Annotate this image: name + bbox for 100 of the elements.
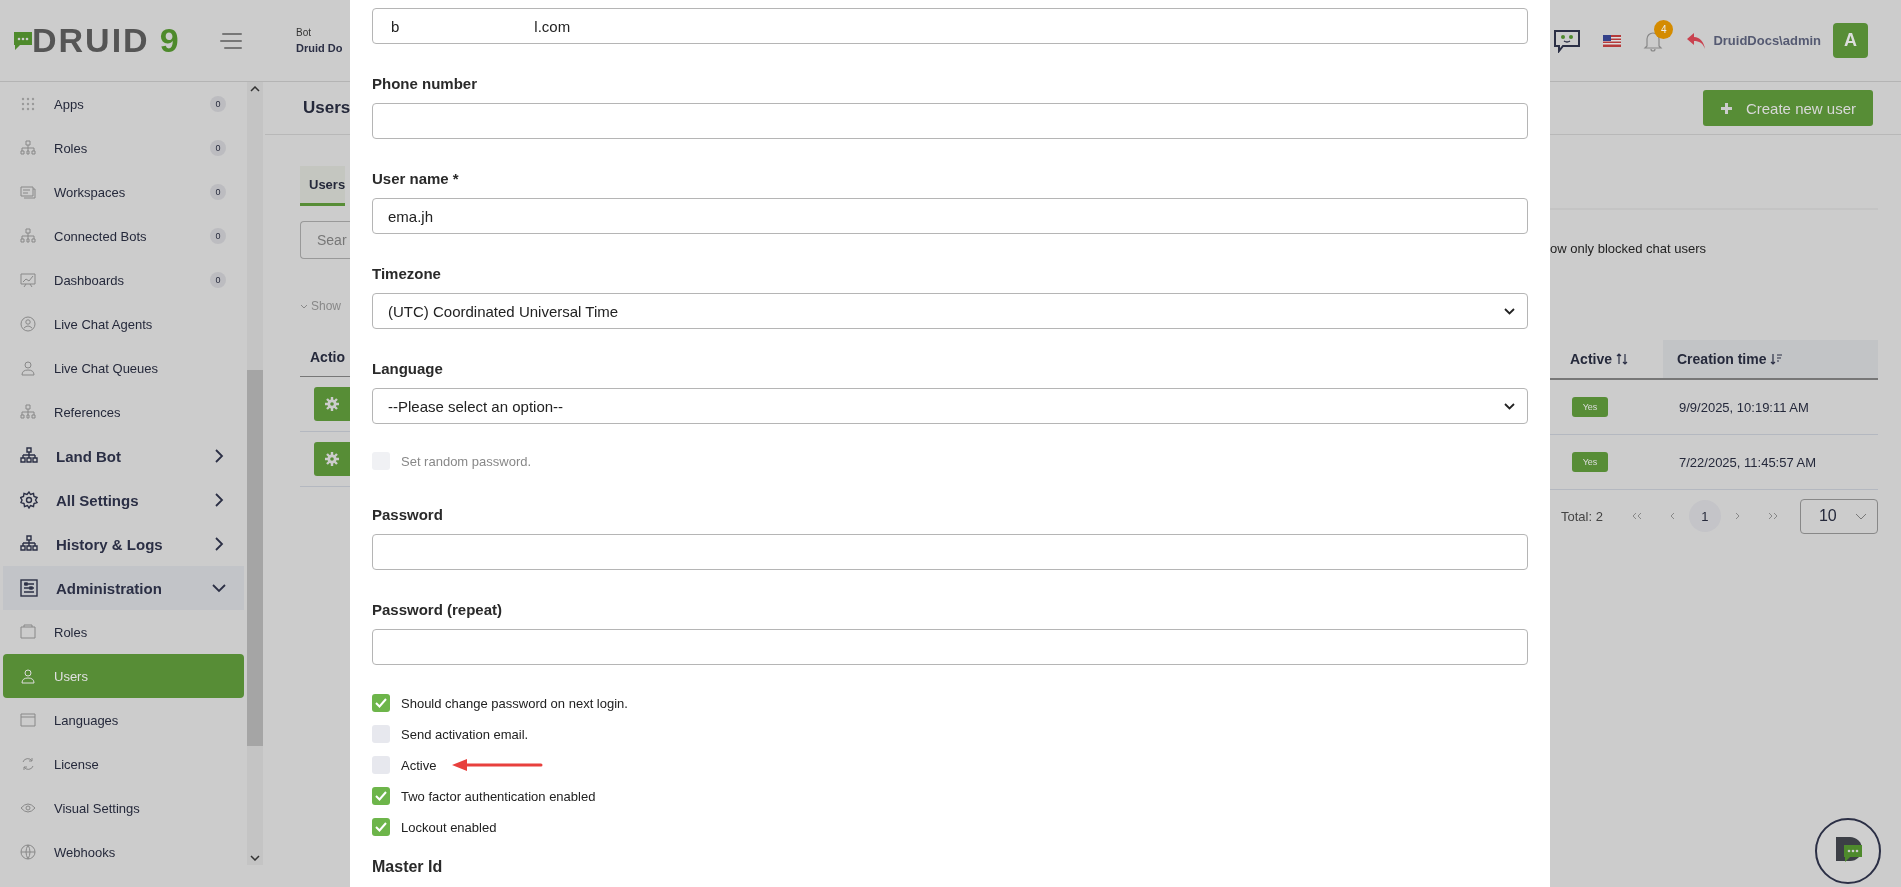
checkbox[interactable]: [372, 818, 390, 836]
checkbox[interactable]: [372, 787, 390, 805]
sort-icon: [1616, 353, 1629, 365]
filter-label: ow only blocked chat users: [1550, 241, 1708, 256]
gear-icon: [20, 491, 38, 509]
checkbox-label: Send activation email.: [401, 726, 529, 742]
email-fragment: b: [391, 17, 400, 35]
field-label: Password: [372, 505, 444, 525]
person-icon: [20, 668, 36, 684]
tab[interactable]: Users: [300, 166, 346, 206]
bot-label: Bot: [296, 27, 312, 38]
scroll-up-icon: [250, 86, 260, 92]
tree-icon: [20, 404, 36, 420]
sidebar-item[interactable]: Live Chat Queues: [3, 346, 244, 390]
previous-page-icon[interactable]: [1669, 512, 1675, 520]
grid-icon: [20, 96, 36, 112]
chatbot-icon[interactable]: [1553, 28, 1582, 53]
sidebar-item[interactable]: License: [3, 742, 244, 786]
page-title: Users: [303, 98, 351, 118]
sort-descending-icon: [1770, 353, 1783, 365]
sidebar-item[interactable]: Roles 0: [3, 126, 244, 170]
table-cell: 7/22/2025, 11:45:57 AM: [1679, 454, 1817, 470]
select-field[interactable]: (UTC) Coordinated Universal Time: [372, 293, 1528, 329]
user-name[interactable]: DruidDocs\admin: [1713, 33, 1821, 48]
count-badge: 0: [210, 140, 226, 156]
plus-icon: [1719, 101, 1733, 115]
checkbox[interactable]: [372, 694, 390, 712]
scrollbar[interactable]: [247, 82, 263, 865]
tree-icon: [20, 447, 38, 465]
chevron-down-icon: [212, 581, 226, 595]
count-badge: 0: [210, 228, 226, 244]
settings-button[interactable]: [314, 442, 350, 476]
chevron-right-icon: [212, 493, 226, 507]
select-field[interactable]: --Please select an option--: [372, 388, 1528, 424]
card-icon: [20, 184, 36, 200]
sliders-icon: [20, 579, 38, 597]
sidebar-item[interactable]: Dashboards 0: [3, 258, 244, 302]
input-field[interactable]: ema.jh: [372, 198, 1528, 234]
checkbox[interactable]: [372, 756, 390, 774]
sidebar-item[interactable]: References: [3, 390, 244, 434]
sidebar-item[interactable]: Visual Settings: [3, 786, 244, 830]
next-page-icon[interactable]: [1734, 512, 1740, 520]
column-header[interactable]: Active: [1550, 340, 1663, 378]
caret-icon: [1854, 512, 1867, 520]
chat-bubble-icon: [12, 29, 34, 52]
gear-icon: [325, 452, 339, 466]
sidebar-item[interactable]: Webhooks: [3, 830, 244, 874]
last-page-icon[interactable]: [1767, 512, 1778, 520]
checkbox-label: Should change password on next login.: [401, 695, 628, 711]
flag-icon[interactable]: [1603, 34, 1622, 47]
menu-icon[interactable]: [219, 31, 243, 50]
sidebar-section[interactable]: Administration: [3, 566, 244, 610]
first-page-icon[interactable]: [1631, 512, 1642, 520]
sidebar-item[interactable]: Live Chat Agents: [3, 302, 244, 346]
field-label: Timezone: [372, 264, 442, 284]
scroll-down-icon: [250, 855, 260, 861]
logo-text: DRUID: [32, 21, 150, 60]
bot-name: Druid Do: [296, 42, 343, 54]
caret-icon: [300, 303, 308, 309]
checkbox-label: Active: [401, 757, 437, 773]
field-label: User name *: [372, 169, 460, 189]
window-icon: [20, 712, 36, 728]
chevron-right-icon: [212, 449, 226, 463]
count-badge: 0: [210, 96, 226, 112]
chevron-right-icon: [212, 537, 226, 551]
status-badge: Yes: [1572, 397, 1608, 417]
sidebar-item[interactable]: Apps 0: [3, 82, 244, 126]
sidebar-section[interactable]: All Settings: [3, 478, 244, 522]
status-badge: Yes: [1572, 452, 1608, 472]
globe-icon: [20, 844, 36, 860]
tree-icon: [20, 535, 38, 553]
person-icon: [20, 360, 36, 376]
tree-icon: [20, 228, 36, 244]
sidebar-item[interactable]: Connected Bots 0: [3, 214, 244, 258]
input-field[interactable]: [372, 103, 1528, 139]
input-field[interactable]: [372, 629, 1528, 665]
back-arrow-icon[interactable]: [1685, 30, 1708, 51]
count-badge: 0: [210, 272, 226, 288]
sidebar-item[interactable]: Workspaces 0: [3, 170, 244, 214]
sidebar-item[interactable]: Languages: [3, 698, 244, 742]
checkbox-label: Lockout enabled: [401, 819, 497, 835]
input-field[interactable]: [372, 534, 1528, 570]
card-icon: [20, 624, 36, 640]
settings-button[interactable]: [314, 387, 350, 421]
caret-icon: [1504, 402, 1515, 410]
column-header[interactable]: Creation time: [1663, 340, 1878, 378]
page-size-select[interactable]: 10: [1799, 498, 1878, 534]
field-label: Language: [372, 359, 444, 379]
sidebar-section[interactable]: Land Bot: [3, 434, 244, 478]
logo-version: 9: [159, 21, 179, 60]
checkbox-label: Two factor authentication enabled: [401, 788, 596, 804]
sidebar-section[interactable]: History & Logs: [3, 522, 244, 566]
checkbox-label: Set random password.: [401, 453, 532, 469]
chart-icon: [20, 272, 36, 288]
email-field[interactable]: b l.com: [372, 8, 1528, 44]
gear-icon: [325, 397, 339, 411]
face-icon: [20, 316, 36, 332]
sidebar-item[interactable]: Roles: [3, 610, 244, 654]
page-button[interactable]: 1: [1688, 500, 1721, 532]
checkbox[interactable]: [372, 725, 390, 743]
